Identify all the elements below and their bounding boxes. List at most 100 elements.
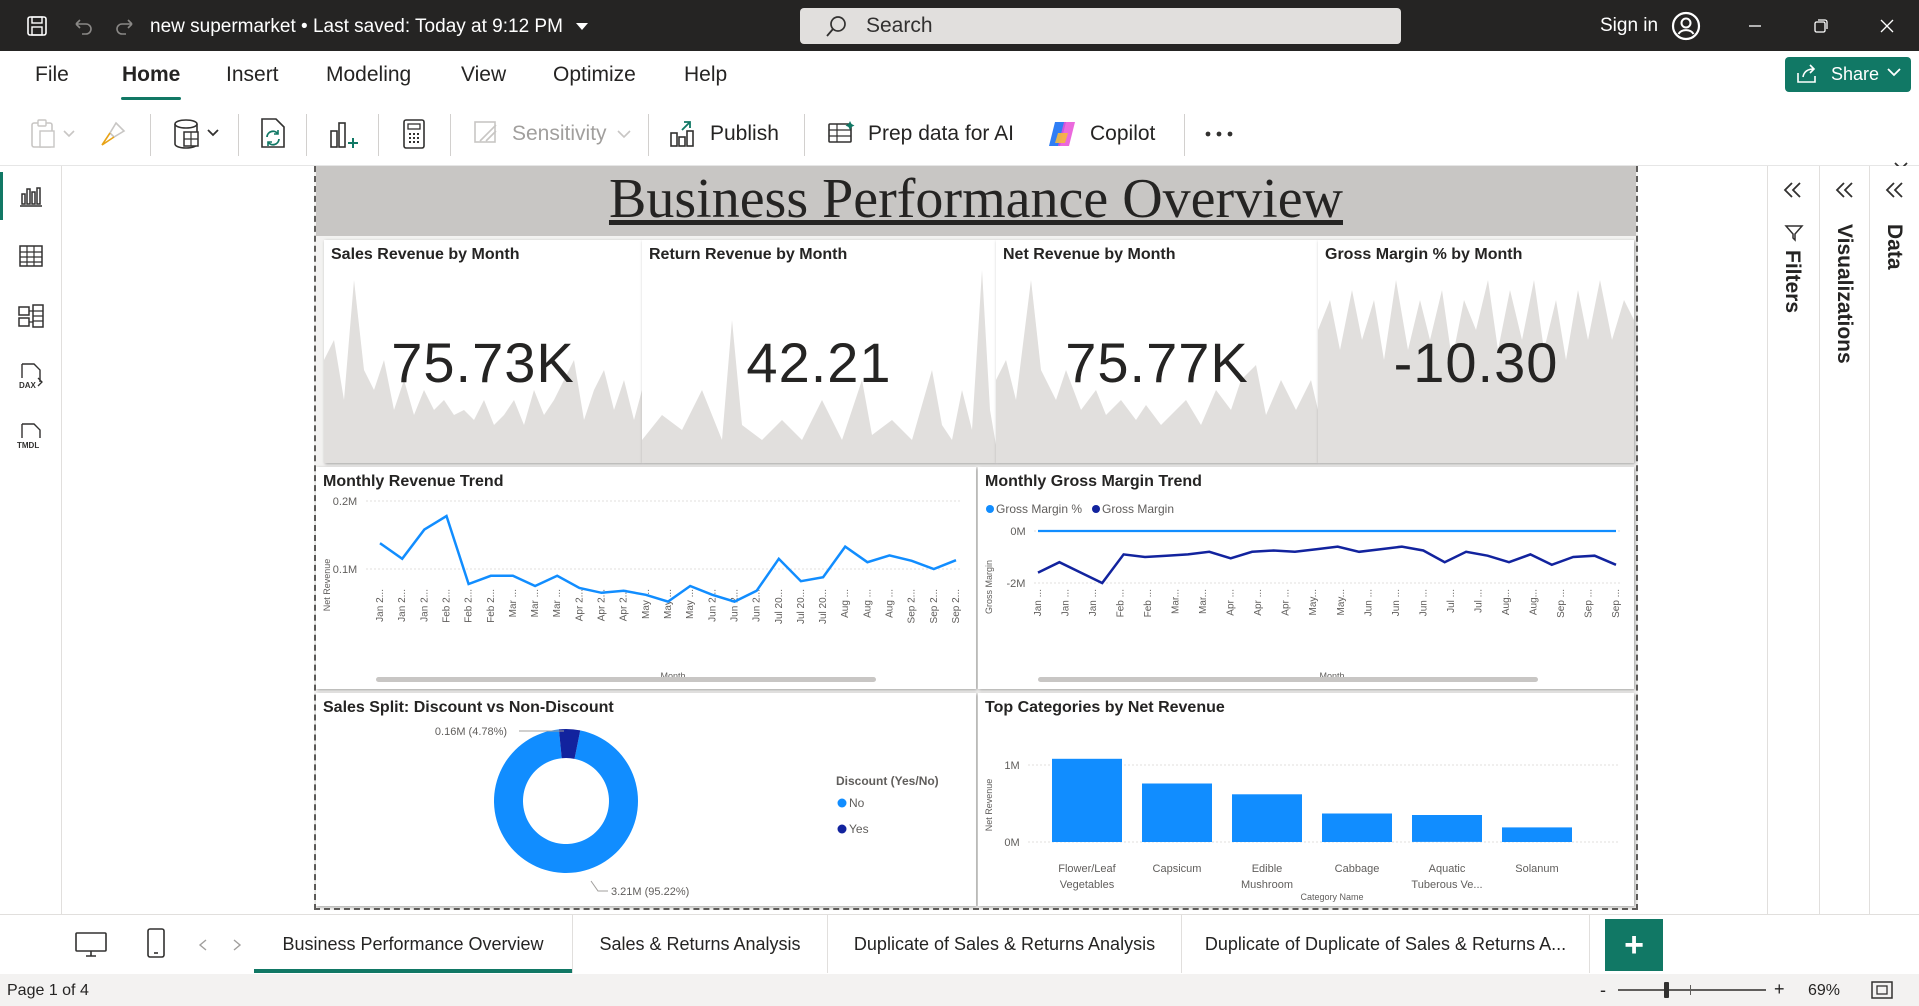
new-visual-button[interactable]	[328, 102, 360, 166]
add-page-button[interactable]: +	[1605, 919, 1663, 971]
new-measure-button[interactable]	[400, 102, 428, 166]
account-icon[interactable]	[1670, 0, 1702, 51]
zoom-slider-thumb[interactable]	[1664, 982, 1669, 998]
paste-button[interactable]	[30, 102, 76, 166]
tab-view[interactable]: View	[460, 63, 507, 87]
zoom-in-button[interactable]: +	[1774, 979, 1785, 1000]
close-icon[interactable]	[1872, 0, 1902, 51]
toolbar-divider	[306, 114, 307, 156]
y-axis-title: Net Revenue	[984, 779, 994, 832]
tab-home[interactable]: Home	[121, 63, 182, 100]
tab-insert[interactable]: Insert	[225, 63, 280, 87]
copilot-button[interactable]: Copilot	[1046, 102, 1155, 166]
desktop-layout-icon[interactable]	[74, 931, 108, 959]
chevron-down-icon	[1887, 67, 1901, 77]
x-tick-label: Mushroom	[1241, 879, 1293, 891]
tab-file[interactable]: File	[34, 63, 70, 87]
refresh-button[interactable]	[258, 102, 288, 166]
data-pane[interactable]: Data	[1869, 166, 1919, 914]
top-categories-chart[interactable]: Top Categories by Net Revenue 1M 0M Net …	[978, 693, 1634, 906]
x-tick-label: Mar...	[1171, 589, 1182, 614]
format-painter-button[interactable]	[98, 102, 128, 166]
kpi-value: -10.30	[1393, 331, 1559, 394]
margin-trend-chart[interactable]: Monthly Gross Margin Trend Gross Margin …	[978, 467, 1634, 689]
y-tick-label: 0M	[1010, 526, 1025, 538]
x-tick-label: Apr 2...	[619, 589, 630, 621]
expand-chevron-icon[interactable]	[1834, 180, 1856, 200]
discount-split-chart[interactable]: Sales Split: Discount vs Non-Discount 0.…	[316, 693, 976, 906]
zoom-slider[interactable]	[1618, 982, 1766, 998]
more-icon	[1204, 130, 1234, 138]
tab-optimize[interactable]: Optimize	[552, 63, 637, 87]
zoom-level[interactable]: 69%	[1808, 982, 1840, 1000]
model-view-button[interactable]	[0, 288, 62, 344]
file-name: new supermarket	[150, 16, 296, 37]
page-tab-duplicate-duplicate[interactable]: Duplicate of Duplicate of Sales & Return…	[1182, 915, 1590, 973]
horizontal-scrollbar[interactable]	[376, 677, 876, 682]
undo-icon[interactable]	[68, 0, 98, 51]
page-tab-duplicate-sales-returns[interactable]: Duplicate of Sales & Returns Analysis	[828, 915, 1182, 973]
title-bar: new supermarket • Last saved: Today at 9…	[0, 0, 1919, 51]
report-canvas: Business Performance Overview Sales Reve…	[62, 166, 1767, 914]
publish-button[interactable]: Publish	[668, 102, 779, 166]
fit-to-page-icon[interactable]	[1870, 980, 1894, 1000]
kpi-card-sales-revenue[interactable]: Sales Revenue by Month 75.73K	[324, 240, 642, 463]
x-tick-label: Solanum	[1515, 863, 1558, 875]
search-input[interactable]: Search	[800, 8, 1401, 44]
x-tick-label: Edible	[1252, 863, 1283, 875]
sign-in-link[interactable]: Sign in	[1600, 15, 1658, 37]
prep-data-button[interactable]: Prep data for AI	[826, 102, 1014, 166]
kpi-value: 42.21	[746, 331, 892, 394]
revenue-trend-chart[interactable]: Monthly Revenue Trend 0.2M 0.1M Net Reve…	[316, 467, 976, 689]
legend-label: No	[849, 796, 865, 810]
mobile-layout-icon[interactable]	[146, 927, 166, 959]
new-visual-icon	[328, 117, 360, 151]
x-tick-label: Jan 2...	[397, 589, 408, 622]
x-tick-label: Aug...	[1528, 589, 1539, 615]
kpi-card-gross-margin[interactable]: Gross Margin % by Month -10.30	[1318, 240, 1634, 463]
tab-modeling[interactable]: Modeling	[325, 63, 412, 87]
share-button[interactable]: Share	[1785, 57, 1911, 92]
kpi-card-net-revenue[interactable]: Net Revenue by Month 75.77K	[996, 240, 1318, 463]
page-tab-sales-returns[interactable]: Sales & Returns Analysis	[573, 915, 828, 973]
y-axis-title: Net Revenue	[322, 559, 332, 612]
legend-label: Yes	[849, 822, 869, 836]
x-tick-label: Apr ...	[1281, 589, 1292, 616]
x-tick-label: Aug ...	[862, 589, 873, 618]
brush-icon	[98, 119, 128, 149]
tmdl-view-button[interactable]: TMDL	[0, 408, 62, 464]
database-icon	[172, 118, 224, 150]
x-tick-label: May...	[1308, 589, 1319, 615]
toolbar-divider	[150, 114, 151, 156]
dax-query-view-button[interactable]: DAX	[0, 348, 62, 404]
visualizations-pane[interactable]: Visualizations	[1819, 166, 1869, 914]
chevron-right-icon[interactable]	[232, 939, 242, 951]
sensitivity-button[interactable]: Sensitivity	[472, 102, 631, 166]
y-tick-label: 0.1M	[333, 564, 357, 576]
report-view-button[interactable]	[0, 168, 62, 224]
zoom-slider-midmark	[1690, 985, 1691, 995]
minimize-icon[interactable]	[1740, 0, 1770, 51]
restore-icon[interactable]	[1806, 0, 1836, 51]
page-tab-business-performance[interactable]: Business Performance Overview	[254, 915, 573, 973]
x-tick-label: Vegetables	[1060, 879, 1115, 891]
document-title[interactable]: new supermarket • Last saved: Today at 9…	[150, 16, 589, 38]
expand-chevron-icon[interactable]	[1884, 180, 1906, 200]
zoom-out-button[interactable]: -	[1600, 980, 1606, 1001]
view-rail: DAX TMDL	[0, 166, 62, 916]
table-view-button[interactable]	[0, 228, 62, 284]
ribbon-toolbar: Sensitivity Publish Prep data for AI Cop…	[0, 102, 1919, 171]
x-tick-label: Sep ...	[1556, 589, 1567, 618]
tab-help[interactable]: Help	[683, 63, 728, 87]
x-tick-label: Jan ...	[1033, 589, 1044, 616]
chevron-left-icon[interactable]	[198, 939, 208, 951]
data-pane-label: Data	[1883, 224, 1906, 270]
kpi-card-return-revenue[interactable]: Return Revenue by Month 42.21	[642, 240, 996, 463]
more-options-button[interactable]	[1204, 102, 1234, 166]
horizontal-scrollbar[interactable]	[1038, 677, 1538, 682]
expand-chevron-icon[interactable]	[1782, 180, 1804, 200]
save-icon[interactable]	[22, 0, 52, 51]
filters-pane[interactable]: Filters	[1767, 166, 1819, 914]
redo-icon[interactable]	[110, 0, 140, 51]
get-data-button[interactable]	[172, 102, 224, 166]
